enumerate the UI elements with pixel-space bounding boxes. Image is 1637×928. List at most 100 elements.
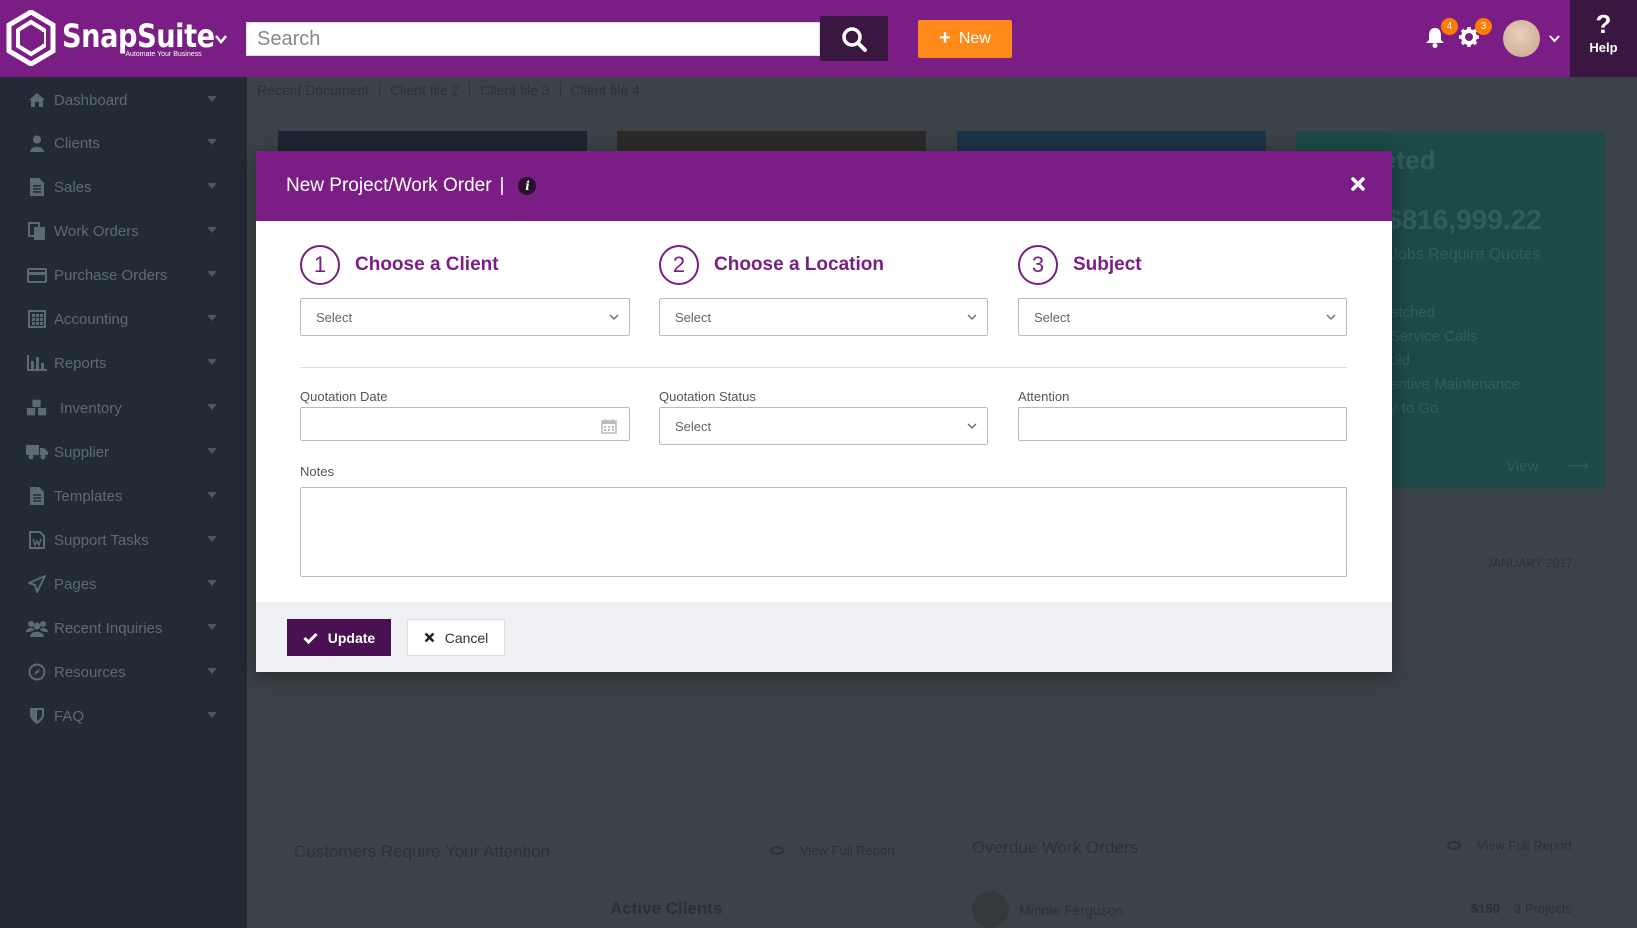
sidebar-item-faq[interactable]: FAQ — [0, 696, 247, 736]
stat-card-line: Service Calls — [1390, 328, 1478, 345]
calculator-icon — [26, 310, 48, 328]
breadcrumb-item[interactable]: Client file 4 — [561, 82, 650, 98]
caret-down-icon — [207, 536, 217, 542]
chevron-down-icon[interactable] — [214, 32, 228, 46]
info-icon[interactable]: i — [518, 177, 537, 195]
sidebar-item-recent-inquiries[interactable]: Recent Inquiries — [0, 608, 247, 648]
update-button[interactable]: Update — [287, 619, 391, 656]
caret-down-icon — [207, 359, 217, 365]
sidebar-item-label: Work Orders — [54, 222, 139, 240]
close-button[interactable] — [1346, 172, 1370, 196]
breadcrumb-item[interactable]: Recent Document — [257, 82, 381, 98]
divider — [300, 367, 1347, 368]
overdue-amount: $150 — [1471, 901, 1500, 916]
stat-card-line: atched — [1390, 304, 1436, 321]
step-choose-location: 2 Choose a Location — [659, 245, 884, 285]
sidebar-item-supplier[interactable]: Supplier — [0, 432, 247, 472]
caret-down-icon — [207, 315, 217, 321]
quotation-status-select[interactable]: Select — [659, 407, 988, 445]
top-bar: SnapSuite Automate Your Business + New 4 — [0, 0, 1637, 77]
breadcrumb-item[interactable]: Client file 3 — [470, 82, 561, 98]
cancel-button[interactable]: Cancel — [407, 619, 505, 656]
step-number: 3 — [1018, 245, 1058, 285]
attention-field[interactable] — [1018, 407, 1347, 441]
document-icon — [26, 178, 48, 196]
view-full-report-link[interactable]: View Full Report — [770, 843, 895, 858]
search-input[interactable] — [247, 23, 819, 55]
step-label: Choose a Client — [355, 254, 499, 275]
new-button[interactable]: + New — [918, 20, 1012, 58]
stat-card-sub: Jobs Require Quotes — [1390, 246, 1541, 263]
notifications-button[interactable]: 4 — [1424, 18, 1458, 52]
caret-down-icon — [207, 712, 217, 718]
sidebar-item-label: Dashboard — [54, 91, 128, 109]
check-icon — [303, 632, 318, 644]
location-select-value: Select — [675, 309, 712, 325]
sidebar-item-reports[interactable]: Reports — [0, 343, 247, 383]
settings-button[interactable]: 3 — [1458, 18, 1492, 52]
sidebar-item-label: Templates — [54, 487, 123, 505]
quotation-date-field[interactable] — [300, 407, 630, 441]
caret-down-icon — [207, 139, 217, 145]
stat-card-view-link[interactable]: View — [1506, 458, 1538, 475]
subject-select-value: Select — [1034, 309, 1071, 325]
sidebar-item-label: Pages — [54, 575, 97, 593]
users-icon — [26, 619, 48, 637]
arrow-right-icon: ⟶ — [1566, 458, 1589, 475]
brand-logo[interactable]: SnapSuite Automate Your Business — [6, 10, 242, 66]
sidebar-item-pages[interactable]: Pages — [0, 564, 247, 604]
sidebar-item-label: Reports — [54, 354, 107, 372]
chevron-down-icon — [967, 423, 977, 429]
settings-badge: 3 — [1475, 18, 1492, 35]
chevron-down-icon[interactable] — [1548, 32, 1561, 45]
user-icon — [26, 134, 48, 152]
view-full-report-link[interactable]: View Full Report — [1447, 838, 1572, 853]
cubes-icon — [26, 399, 48, 417]
snapsuite-logo-icon — [6, 10, 56, 66]
caret-down-icon — [207, 448, 217, 454]
avatar — [972, 891, 1009, 928]
location-select[interactable]: Select — [659, 298, 988, 336]
attention-label: Attention — [1018, 389, 1070, 404]
caret-down-icon — [207, 624, 217, 630]
sidebar-item-label: Accounting — [54, 310, 129, 328]
sidebar-item-work-orders[interactable]: Work Orders — [0, 211, 247, 251]
overdue-projects: 3 Projects — [1514, 901, 1572, 916]
notes-label: Notes — [300, 464, 334, 479]
subject-select[interactable]: Select — [1018, 298, 1347, 336]
eye-icon — [1447, 841, 1461, 850]
avatar[interactable] — [1503, 20, 1540, 57]
help-button[interactable]: ? Help — [1570, 0, 1637, 77]
sidebar-item-accounting[interactable]: Accounting — [0, 299, 247, 339]
quotation-status-value: Select — [675, 418, 712, 434]
breadcrumb-item[interactable]: Client file 2 — [380, 82, 471, 98]
caret-down-icon — [207, 227, 217, 233]
sidebar-item-inventory[interactable]: Inventory — [0, 388, 247, 428]
new-button-label: New — [958, 30, 991, 47]
calendar-icon[interactable] — [601, 418, 617, 434]
step-label: Subject — [1073, 254, 1142, 275]
search-button[interactable] — [820, 16, 888, 61]
client-select[interactable]: Select — [300, 298, 630, 336]
overdue-client-name[interactable]: Minnie Ferguson — [1019, 902, 1123, 918]
view-full-report-label: View Full Report — [1477, 838, 1573, 853]
sidebar-item-label: Supplier — [54, 443, 110, 461]
sidebar-item-label: Inventory — [60, 399, 122, 417]
help-label: Help — [1589, 40, 1618, 55]
sidebar-item-resources[interactable]: Resources — [0, 652, 247, 692]
sidebar-item-templates[interactable]: Templates — [0, 476, 247, 516]
caret-down-icon — [207, 183, 217, 189]
notes-textarea[interactable] — [300, 487, 1347, 577]
caret-down-icon — [207, 492, 217, 498]
sidebar-item-support-tasks[interactable]: Support Tasks — [0, 520, 247, 560]
search-icon — [842, 26, 867, 52]
modal-title: New Project/Work Order | i — [286, 175, 537, 197]
cancel-button-label: Cancel — [444, 629, 489, 646]
sidebar-item-sales[interactable]: Sales — [0, 167, 247, 207]
chevron-down-icon — [1326, 314, 1336, 320]
sidebar-item-dashboard[interactable]: Dashboard — [0, 80, 247, 120]
sidebar-item-clients[interactable]: Clients — [0, 123, 247, 163]
sidebar-item-purchase-orders[interactable]: Purchase Orders — [0, 255, 247, 295]
notifications-badge: 4 — [1441, 18, 1458, 35]
caret-down-icon — [207, 668, 217, 674]
